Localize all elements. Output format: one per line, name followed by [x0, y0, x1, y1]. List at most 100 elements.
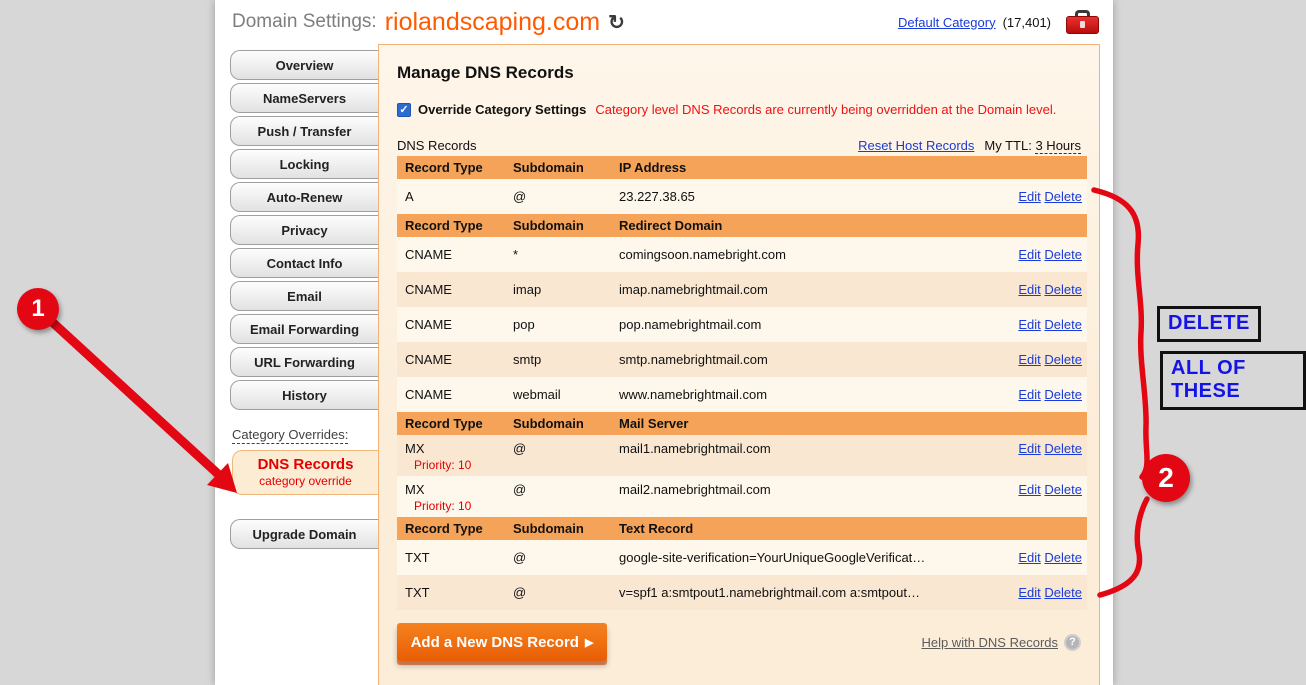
table-row: MX Priority: 10 @ mail1.namebrightmail.c…: [397, 435, 1087, 476]
table-row: TXT @ google-site-verification=YourUniqu…: [397, 540, 1087, 575]
sidebar-item-upgrade-domain[interactable]: Upgrade Domain: [230, 519, 378, 549]
record-value: pop.namebrightmail.com: [619, 317, 961, 332]
table-row: A @ 23.227.38.65 Edit Delete: [397, 179, 1087, 214]
col-subdomain: Subdomain: [513, 218, 619, 233]
edit-link[interactable]: Edit: [1018, 282, 1040, 297]
domain-settings-header: Domain Settings: riolandscaping.com ↻ De…: [215, 0, 1113, 44]
override-category-checkbox[interactable]: ✓: [397, 103, 411, 117]
record-value: comingsoon.namebright.com: [619, 247, 961, 262]
default-category-link[interactable]: Default Category: [898, 15, 996, 30]
record-type: CNAME: [397, 247, 513, 262]
sidebar-item-locking[interactable]: Locking: [230, 149, 378, 179]
sidebar-item-privacy[interactable]: Privacy: [230, 215, 378, 245]
edit-link[interactable]: Edit: [1018, 441, 1040, 456]
table-row: CNAME * comingsoon.namebright.com Edit D…: [397, 237, 1087, 272]
record-type: A: [397, 189, 513, 204]
sidebar-item-url-forwarding[interactable]: URL Forwarding: [230, 347, 378, 377]
page-title: Manage DNS Records: [397, 63, 1081, 83]
table-section-header: Record Type Subdomain Mail Server: [397, 412, 1087, 435]
record-type: TXT: [397, 550, 513, 565]
mx-priority: Priority: 10: [405, 458, 513, 472]
record-type: CNAME: [397, 387, 513, 402]
dns-records-label: DNS Records: [397, 138, 476, 153]
record-subdomain: imap: [513, 282, 619, 297]
sidebar-item-contact-info[interactable]: Contact Info: [230, 248, 378, 278]
record-type: CNAME: [397, 352, 513, 367]
edit-link[interactable]: Edit: [1018, 482, 1040, 497]
override-checkbox-label: Override Category Settings: [418, 102, 586, 117]
record-subdomain: smtp: [513, 352, 619, 367]
annotation-arrow-line: [50, 320, 218, 474]
record-subdomain: *: [513, 247, 619, 262]
table-row: TXT @ v=spf1 a:smtpout1.namebrightmail.c…: [397, 575, 1087, 610]
sidebar-item-dns-records-override[interactable]: DNS Records category override: [232, 450, 378, 495]
annotation-step-1: 1: [17, 288, 59, 330]
delete-link[interactable]: Delete: [1044, 482, 1082, 497]
refresh-icon[interactable]: ↻: [608, 10, 625, 35]
table-row: CNAME smtp smtp.namebrightmail.com Edit …: [397, 342, 1087, 377]
record-subdomain: webmail: [513, 387, 619, 402]
edit-link[interactable]: Edit: [1018, 387, 1040, 402]
col-value: Mail Server: [619, 416, 961, 431]
record-subdomain: @: [513, 189, 619, 204]
ttl-value-link[interactable]: 3 Hours: [1035, 138, 1081, 154]
sidebar-item-overview[interactable]: Overview: [230, 50, 378, 80]
category-overrides-label[interactable]: Category Overrides:: [232, 427, 348, 444]
record-subdomain: @: [513, 482, 619, 497]
override-warning-text: Category level DNS Records are currently…: [595, 102, 1056, 117]
record-type: TXT: [397, 585, 513, 600]
delete-link[interactable]: Delete: [1044, 585, 1082, 600]
dns-records-override-subtitle: category override: [233, 474, 378, 488]
sidebar-item-history[interactable]: History: [230, 380, 378, 410]
record-subdomain: @: [513, 550, 619, 565]
table-row: MX Priority: 10 @ mail2.namebrightmail.c…: [397, 476, 1087, 517]
delete-link[interactable]: Delete: [1044, 387, 1082, 402]
edit-link[interactable]: Edit: [1018, 352, 1040, 367]
page-panel: Domain Settings: riolandscaping.com ↻ De…: [215, 0, 1113, 685]
col-record-type: Record Type: [397, 416, 513, 431]
table-section-header: Record Type Subdomain Redirect Domain: [397, 214, 1087, 237]
delete-link[interactable]: Delete: [1044, 441, 1082, 456]
delete-link[interactable]: Delete: [1044, 247, 1082, 262]
record-value: v=spf1 a:smtpout1.namebrightmail.com a:s…: [619, 585, 961, 600]
edit-link[interactable]: Edit: [1018, 189, 1040, 204]
sidebar-item-push-transfer[interactable]: Push / Transfer: [230, 116, 378, 146]
record-value: www.namebrightmail.com: [619, 387, 961, 402]
delete-link[interactable]: Delete: [1044, 550, 1082, 565]
add-dns-record-button[interactable]: Add a New DNS Record ▶: [397, 623, 607, 661]
edit-link[interactable]: Edit: [1018, 247, 1040, 262]
sidebar-item-auto-renew[interactable]: Auto-Renew: [230, 182, 378, 212]
col-value: Text Record: [619, 521, 961, 536]
table-row: CNAME webmail www.namebrightmail.com Edi…: [397, 377, 1087, 412]
sidebar-item-nameservers[interactable]: NameServers: [230, 83, 378, 113]
sidebar-item-email-forwarding[interactable]: Email Forwarding: [230, 314, 378, 344]
sidebar: Overview NameServers Push / Transfer Loc…: [215, 44, 378, 685]
table-row: CNAME imap imap.namebrightmail.com Edit …: [397, 272, 1087, 307]
record-value: smtp.namebrightmail.com: [619, 352, 961, 367]
ttl-label: My TTL: 3 Hours: [984, 138, 1081, 153]
help-question-icon[interactable]: ?: [1064, 634, 1081, 651]
col-record-type: Record Type: [397, 521, 513, 536]
edit-link[interactable]: Edit: [1018, 550, 1040, 565]
sidebar-item-email[interactable]: Email: [230, 281, 378, 311]
delete-link[interactable]: Delete: [1044, 352, 1082, 367]
delete-link[interactable]: Delete: [1044, 189, 1082, 204]
annotation-delete-label: DELETE: [1157, 306, 1261, 342]
edit-link[interactable]: Edit: [1018, 585, 1040, 600]
edit-link[interactable]: Edit: [1018, 317, 1040, 332]
col-subdomain: Subdomain: [513, 521, 619, 536]
reset-host-records-link[interactable]: Reset Host Records: [858, 138, 974, 153]
mx-priority: Priority: 10: [405, 499, 513, 513]
record-value: 23.227.38.65: [619, 189, 961, 204]
col-record-type: Record Type: [397, 218, 513, 233]
record-value: google-site-verification=YourUniqueGoogl…: [619, 550, 961, 565]
help-dns-records-link[interactable]: Help with DNS Records: [921, 635, 1058, 650]
annotation-all-of-these-label: ALL OF THESE: [1160, 351, 1306, 410]
col-record-type: Record Type: [397, 160, 513, 175]
annotation-step-2: 2: [1142, 454, 1190, 502]
record-type: CNAME: [397, 317, 513, 332]
dns-records-table: Record Type Subdomain IP Address A @ 23.…: [397, 156, 1087, 610]
delete-link[interactable]: Delete: [1044, 282, 1082, 297]
delete-link[interactable]: Delete: [1044, 317, 1082, 332]
toolbox-icon[interactable]: [1066, 10, 1099, 34]
